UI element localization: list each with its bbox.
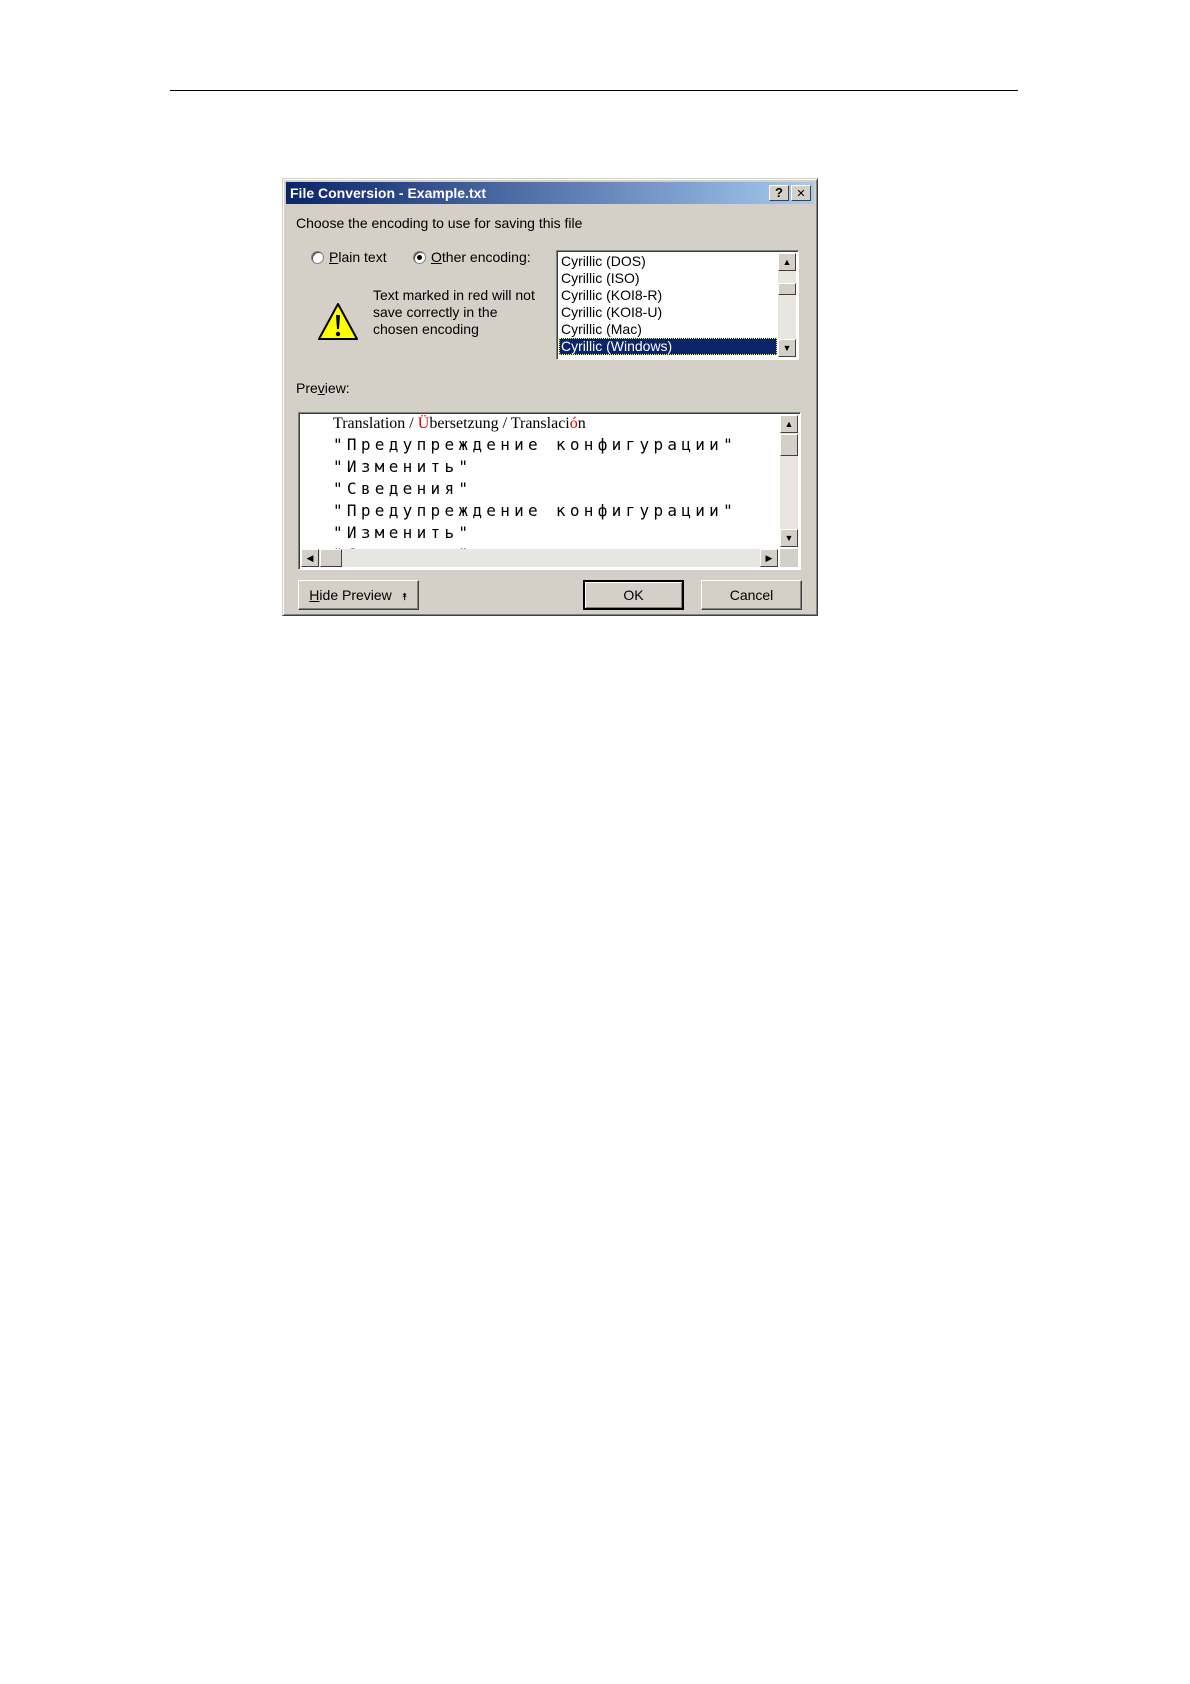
arrow-down-icon: ▼ — [782, 343, 792, 353]
preview-line: "Сведения" — [333, 479, 473, 498]
other-encoding-radio[interactable] — [413, 251, 426, 264]
hide-preview-button[interactable]: Hide Preview ⯭ — [298, 580, 419, 610]
page-header-rule — [170, 90, 1018, 91]
preview-scroll-right-button[interactable]: ▶ — [760, 549, 778, 567]
preview-horizontal-scrollbar[interactable]: ◀ ▶ — [301, 549, 778, 567]
warning-line-2: save correctly in the — [373, 304, 498, 320]
preview-label: Preview: — [296, 380, 350, 396]
preview-line: "Предупреждение конфигурации" — [333, 501, 738, 520]
encoding-listbox[interactable]: Cyrillic (DOS) Cyrillic (ISO) Cyrillic (… — [556, 250, 799, 360]
warning-icon — [318, 303, 358, 340]
arrow-up-icon: ▲ — [784, 419, 794, 429]
preview-scroll-down-button[interactable]: ▼ — [780, 529, 798, 547]
preview-scroll-left-button[interactable]: ◀ — [301, 549, 319, 567]
encoding-item[interactable]: Cyrillic (DOS) — [559, 253, 777, 270]
arrow-right-icon: ▶ — [765, 553, 773, 563]
scroll-down-button[interactable]: ▼ — [778, 339, 796, 357]
ok-button[interactable]: OK — [583, 580, 684, 610]
encoding-item[interactable]: Cyrillic (Mac) — [559, 321, 777, 338]
preview-line: "Изменить" — [333, 523, 473, 542]
plain-text-label[interactable]: Plain text — [329, 249, 387, 265]
other-encoding-label[interactable]: Other encoding: — [431, 249, 531, 265]
encoding-item[interactable]: Cyrillic (KOI8-R) — [559, 287, 777, 304]
file-conversion-dialog: File Conversion - Example.txt ? ✕ Choose… — [282, 178, 818, 616]
preview-pane[interactable]: Translation / Übersetzung / Translación … — [298, 412, 801, 570]
scrollbar-corner — [780, 549, 798, 567]
plain-text-radio[interactable] — [311, 251, 324, 264]
window-title: File Conversion - Example.txt — [290, 185, 487, 201]
warning-line-3: chosen encoding — [373, 321, 479, 337]
preview-line: "Изменить" — [333, 457, 473, 476]
preview-hscroll-thumb[interactable] — [320, 549, 342, 567]
encoding-prompt: Choose the encoding to use for saving th… — [296, 215, 583, 231]
encoding-item-selected[interactable]: Cyrillic (Windows) — [559, 338, 777, 355]
title-bar[interactable]: File Conversion - Example.txt ? ✕ — [286, 182, 814, 204]
preview-scroll-up-button[interactable]: ▲ — [780, 415, 798, 433]
close-button[interactable]: ✕ — [791, 185, 811, 201]
preview-line: Translation / Übersetzung / Translación — [333, 415, 586, 432]
encoding-scrollbar[interactable]: ▲ ▼ — [778, 253, 796, 357]
encoding-item[interactable]: Cyrillic (KOI8-U) — [559, 304, 777, 321]
cancel-button[interactable]: Cancel — [701, 580, 802, 610]
preview-vscroll-thumb[interactable] — [780, 434, 798, 456]
scroll-up-button[interactable]: ▲ — [778, 253, 796, 271]
collapse-up-icon: ⯭ — [401, 592, 408, 603]
close-icon: ✕ — [796, 188, 806, 200]
warning-line-1: Text marked in red will not — [373, 287, 535, 303]
scroll-thumb[interactable] — [778, 283, 796, 295]
arrow-left-icon: ◀ — [306, 553, 314, 563]
preview-vertical-scrollbar[interactable]: ▲ ▼ — [780, 415, 798, 547]
arrow-up-icon: ▲ — [782, 257, 792, 267]
help-button[interactable]: ? — [769, 185, 789, 201]
arrow-down-icon: ▼ — [784, 533, 794, 543]
preview-line: "Предупреждение конфигурации" — [333, 435, 738, 454]
encoding-item[interactable]: Cyrillic (ISO) — [559, 270, 777, 287]
